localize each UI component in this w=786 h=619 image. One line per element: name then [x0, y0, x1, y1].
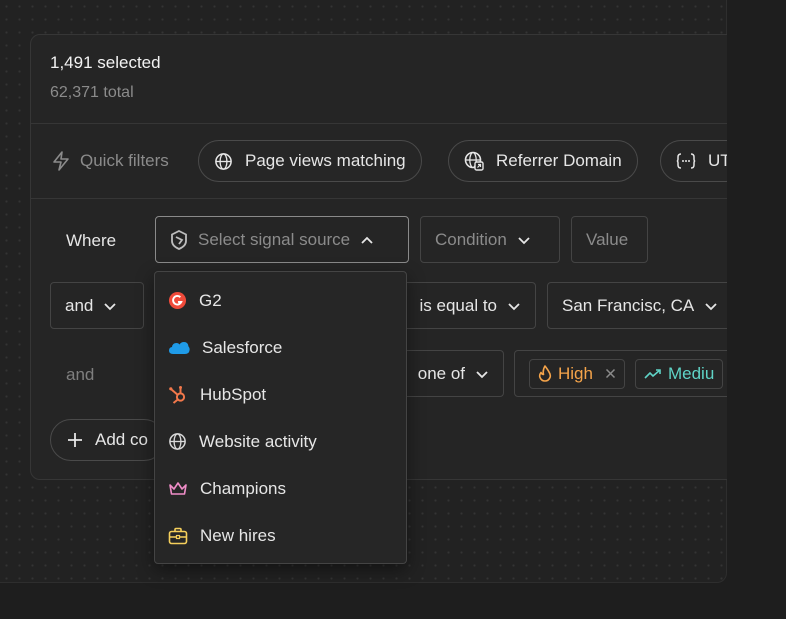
hubspot-icon: [168, 385, 188, 405]
shield-icon: [170, 229, 188, 250]
trending-up-icon: [644, 368, 662, 380]
lightning-icon: [52, 151, 70, 171]
outer-background: [727, 0, 786, 619]
crown-icon: [168, 481, 188, 497]
total-count: 62,371 total: [50, 84, 134, 101]
value-input[interactable]: Value: [571, 216, 648, 263]
and-label: and: [66, 365, 95, 384]
chevron-down-icon: [475, 369, 489, 379]
quick-filters-label: Quick filters: [52, 151, 169, 171]
briefcase-icon: [168, 527, 188, 545]
where-label: Where: [66, 231, 117, 250]
g2-icon: [168, 291, 187, 310]
condition-select[interactable]: Condition: [420, 216, 560, 263]
close-icon[interactable]: [605, 368, 616, 379]
priority-tags-field[interactable]: High Mediu: [514, 350, 749, 397]
signal-source-dropdown: G2 Salesforce HubSpot Website activity C…: [154, 271, 407, 564]
globe-icon: [168, 432, 187, 451]
salesforce-cloud-icon: [168, 340, 190, 355]
divider: [31, 198, 749, 199]
stage: 1,491 selected 62,371 total Quick filter…: [0, 0, 786, 619]
dropdown-item-g2[interactable]: G2: [155, 277, 406, 324]
dropdown-item-salesforce[interactable]: Salesforce: [155, 324, 406, 371]
chip-referrer-domain[interactable]: Referrer Domain: [448, 140, 638, 182]
location-value-select[interactable]: San Francisc, CA: [547, 282, 747, 329]
dropdown-item-new-hires[interactable]: New hires: [155, 512, 406, 559]
chip-page-views-matching[interactable]: Page views matching: [198, 140, 422, 182]
chevron-up-icon: [360, 235, 374, 245]
chevron-down-icon: [103, 301, 117, 311]
chevron-down-icon: [704, 301, 718, 311]
and-operator-select[interactable]: and: [50, 282, 144, 329]
plus-icon: [67, 432, 83, 448]
globe-link-icon: [464, 151, 484, 171]
braces-icon: [676, 153, 696, 169]
dropdown-item-champions[interactable]: Champions: [155, 465, 406, 512]
tag-medium: Mediu: [634, 358, 724, 389]
add-condition-button[interactable]: Add co: [50, 419, 165, 461]
flame-icon: [538, 365, 552, 382]
chevron-down-icon: [517, 235, 531, 245]
dropdown-item-website-activity[interactable]: Website activity: [155, 418, 406, 465]
globe-icon: [214, 152, 233, 171]
dropdown-item-hubspot[interactable]: HubSpot: [155, 371, 406, 418]
chevron-down-icon: [507, 301, 521, 311]
quick-filters-row: Quick filters Page views matching Referr…: [31, 124, 749, 199]
selection-summary: 1,491 selected 62,371 total: [50, 53, 161, 102]
signal-source-select[interactable]: Select signal source: [155, 216, 409, 263]
selected-count: 1,491 selected: [50, 53, 161, 72]
tag-high: High: [529, 358, 625, 389]
